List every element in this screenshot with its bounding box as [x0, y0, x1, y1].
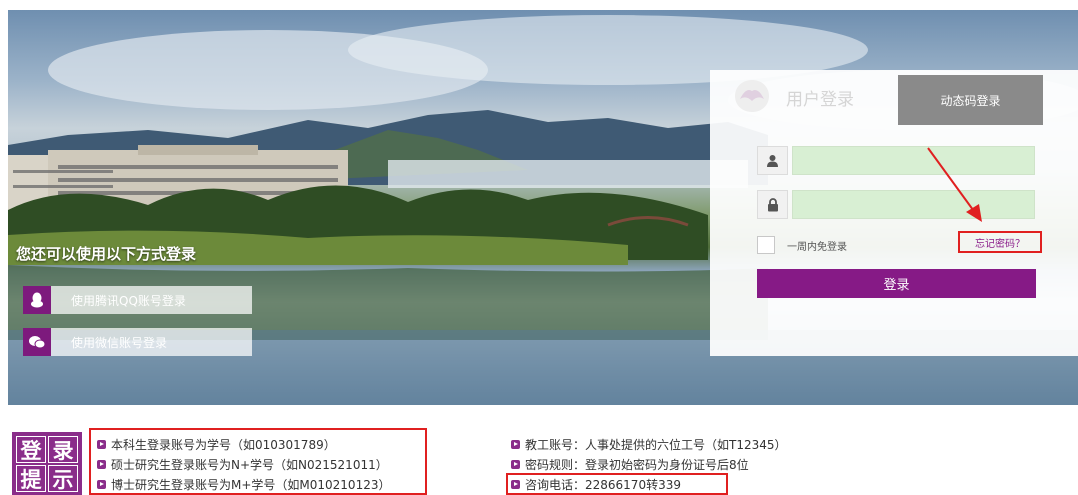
tips-logo-char: 录 — [48, 436, 78, 463]
bullet-icon — [511, 440, 520, 449]
bullet-icon — [511, 460, 520, 469]
qq-login-button[interactable]: 使用腾讯QQ账号登录 — [23, 286, 252, 314]
alt-login-title: 您还可以使用以下方式登录 — [16, 245, 197, 263]
wechat-icon — [23, 328, 51, 356]
tip-text: 教工账号：人事处提供的六位工号（如T12345） — [525, 438, 787, 452]
tip-undergrad: 本科生登录账号为学号（如010301789） — [97, 436, 336, 453]
tab-dynamic-label: 动态码登录 — [940, 93, 1001, 108]
tip-text: 硕士研究生登录账号为N+学号（如N021521011） — [111, 458, 388, 472]
user-icon — [757, 146, 788, 175]
wechat-login-button[interactable]: 使用微信账号登录 — [23, 328, 252, 356]
login-panel: 用户登录 动态码登录 一周内免登录 忘记密码？ 登录 — [710, 70, 1078, 356]
password-field — [757, 190, 1035, 219]
qq-penguin-icon — [23, 286, 51, 314]
tip-phone: 咨询电话：22866170转339 — [511, 476, 681, 493]
username-field — [757, 146, 1035, 175]
forgot-password-link[interactable]: 忘记密码？ — [958, 231, 1042, 253]
tip-text: 博士研究生登录账号为M+学号（如M010210123） — [111, 478, 391, 492]
bullet-icon — [97, 480, 106, 489]
remember-me: 一周内免登录 — [757, 236, 847, 254]
remember-label: 一周内免登录 — [787, 241, 847, 253]
bullet-icon — [511, 480, 520, 489]
tab-user-login[interactable]: 用户登录 — [710, 70, 898, 125]
tab-user-label: 用户登录 — [786, 90, 854, 110]
school-logo-icon — [732, 77, 772, 119]
username-input[interactable] — [792, 146, 1035, 175]
forgot-password-label: 忘记密码？ — [975, 238, 1025, 250]
login-button[interactable]: 登录 — [757, 269, 1036, 298]
bullet-icon — [97, 460, 106, 469]
tips-logo-char: 登 — [16, 436, 46, 463]
tip-master: 硕士研究生登录账号为N+学号（如N021521011） — [97, 456, 388, 473]
tip-text: 密码规则：登录初始密码为身份证号后8位 — [525, 458, 749, 472]
qq-login-label: 使用腾讯QQ账号登录 — [71, 293, 186, 308]
tip-text: 咨询电话：22866170转339 — [525, 478, 681, 492]
tip-text: 本科生登录账号为学号（如010301789） — [111, 438, 336, 452]
login-button-label: 登录 — [883, 278, 910, 293]
tip-password-rule: 密码规则：登录初始密码为身份证号后8位 — [511, 456, 749, 473]
wechat-login-label: 使用微信账号登录 — [71, 335, 168, 350]
remember-checkbox[interactable] — [757, 236, 775, 254]
tips-logo-char: 示 — [48, 465, 78, 492]
login-tips-logo: 登 录 提 示 — [12, 432, 82, 495]
password-input[interactable] — [792, 190, 1035, 219]
tab-dynamic-code[interactable]: 动态码登录 — [898, 75, 1043, 125]
tips-logo-char: 提 — [16, 465, 46, 492]
bullet-icon — [97, 440, 106, 449]
lock-icon — [757, 190, 788, 219]
tip-staff: 教工账号：人事处提供的六位工号（如T12345） — [511, 436, 787, 453]
tip-doctor: 博士研究生登录账号为M+学号（如M010210123） — [97, 476, 390, 493]
